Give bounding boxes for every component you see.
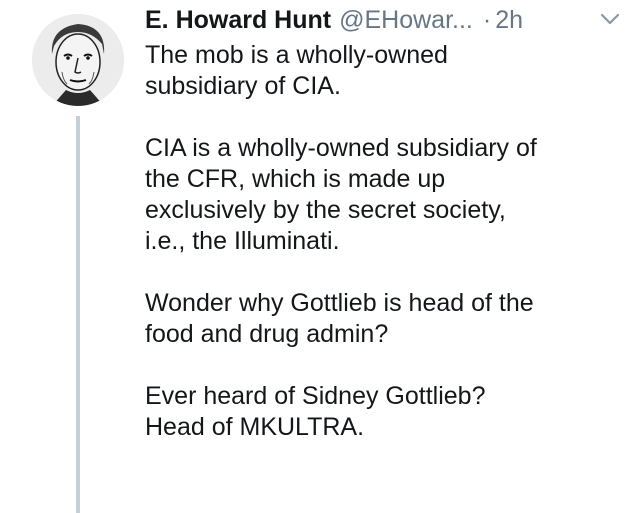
- tweet-line: Ever heard of Sidney Gottlieb?: [145, 382, 486, 410]
- tweet-line: Head of MKULTRA.: [145, 413, 365, 441]
- chevron-down-icon[interactable]: [600, 12, 620, 26]
- tweet-text: The mob is a wholly-owned subsidiary of …: [145, 40, 625, 443]
- tweet-line: Wonder why Gottlieb is head of the: [145, 289, 534, 317]
- tweet-line: CIA is a wholly-owned subsidiary of: [145, 134, 537, 162]
- tweet-paragraph: The mob is a wholly-owned subsidiary of …: [145, 40, 625, 102]
- tweet-line: The mob is a wholly-owned: [145, 41, 448, 69]
- timestamp[interactable]: 2h: [495, 6, 523, 35]
- tweet-line: the CFR, which is made up: [145, 165, 446, 193]
- tweet-header: E. Howard Hunt @EHowar... · 2h: [145, 6, 620, 40]
- tweet-line: exclusively by the secret society,: [145, 196, 506, 224]
- thread-connector-line: [76, 116, 80, 513]
- avatar[interactable]: [32, 14, 124, 106]
- tweet-line: subsidiary of CIA.: [145, 72, 341, 100]
- tweet-paragraph: Ever heard of Sidney Gottlieb? Head of M…: [145, 381, 625, 443]
- tweet-paragraph: Wonder why Gottlieb is head of the food …: [145, 288, 625, 350]
- author-handle[interactable]: @EHowar...: [339, 6, 473, 35]
- tweet-line: food and drug admin?: [145, 320, 389, 348]
- tweet-paragraph: CIA is a wholly-owned subsidiary of the …: [145, 133, 625, 257]
- author-name[interactable]: E. Howard Hunt: [145, 6, 331, 35]
- separator-dot: ·: [482, 6, 492, 34]
- tweet-line: i.e., the Illuminati.: [145, 227, 340, 255]
- avatar-portrait-icon: [32, 14, 124, 106]
